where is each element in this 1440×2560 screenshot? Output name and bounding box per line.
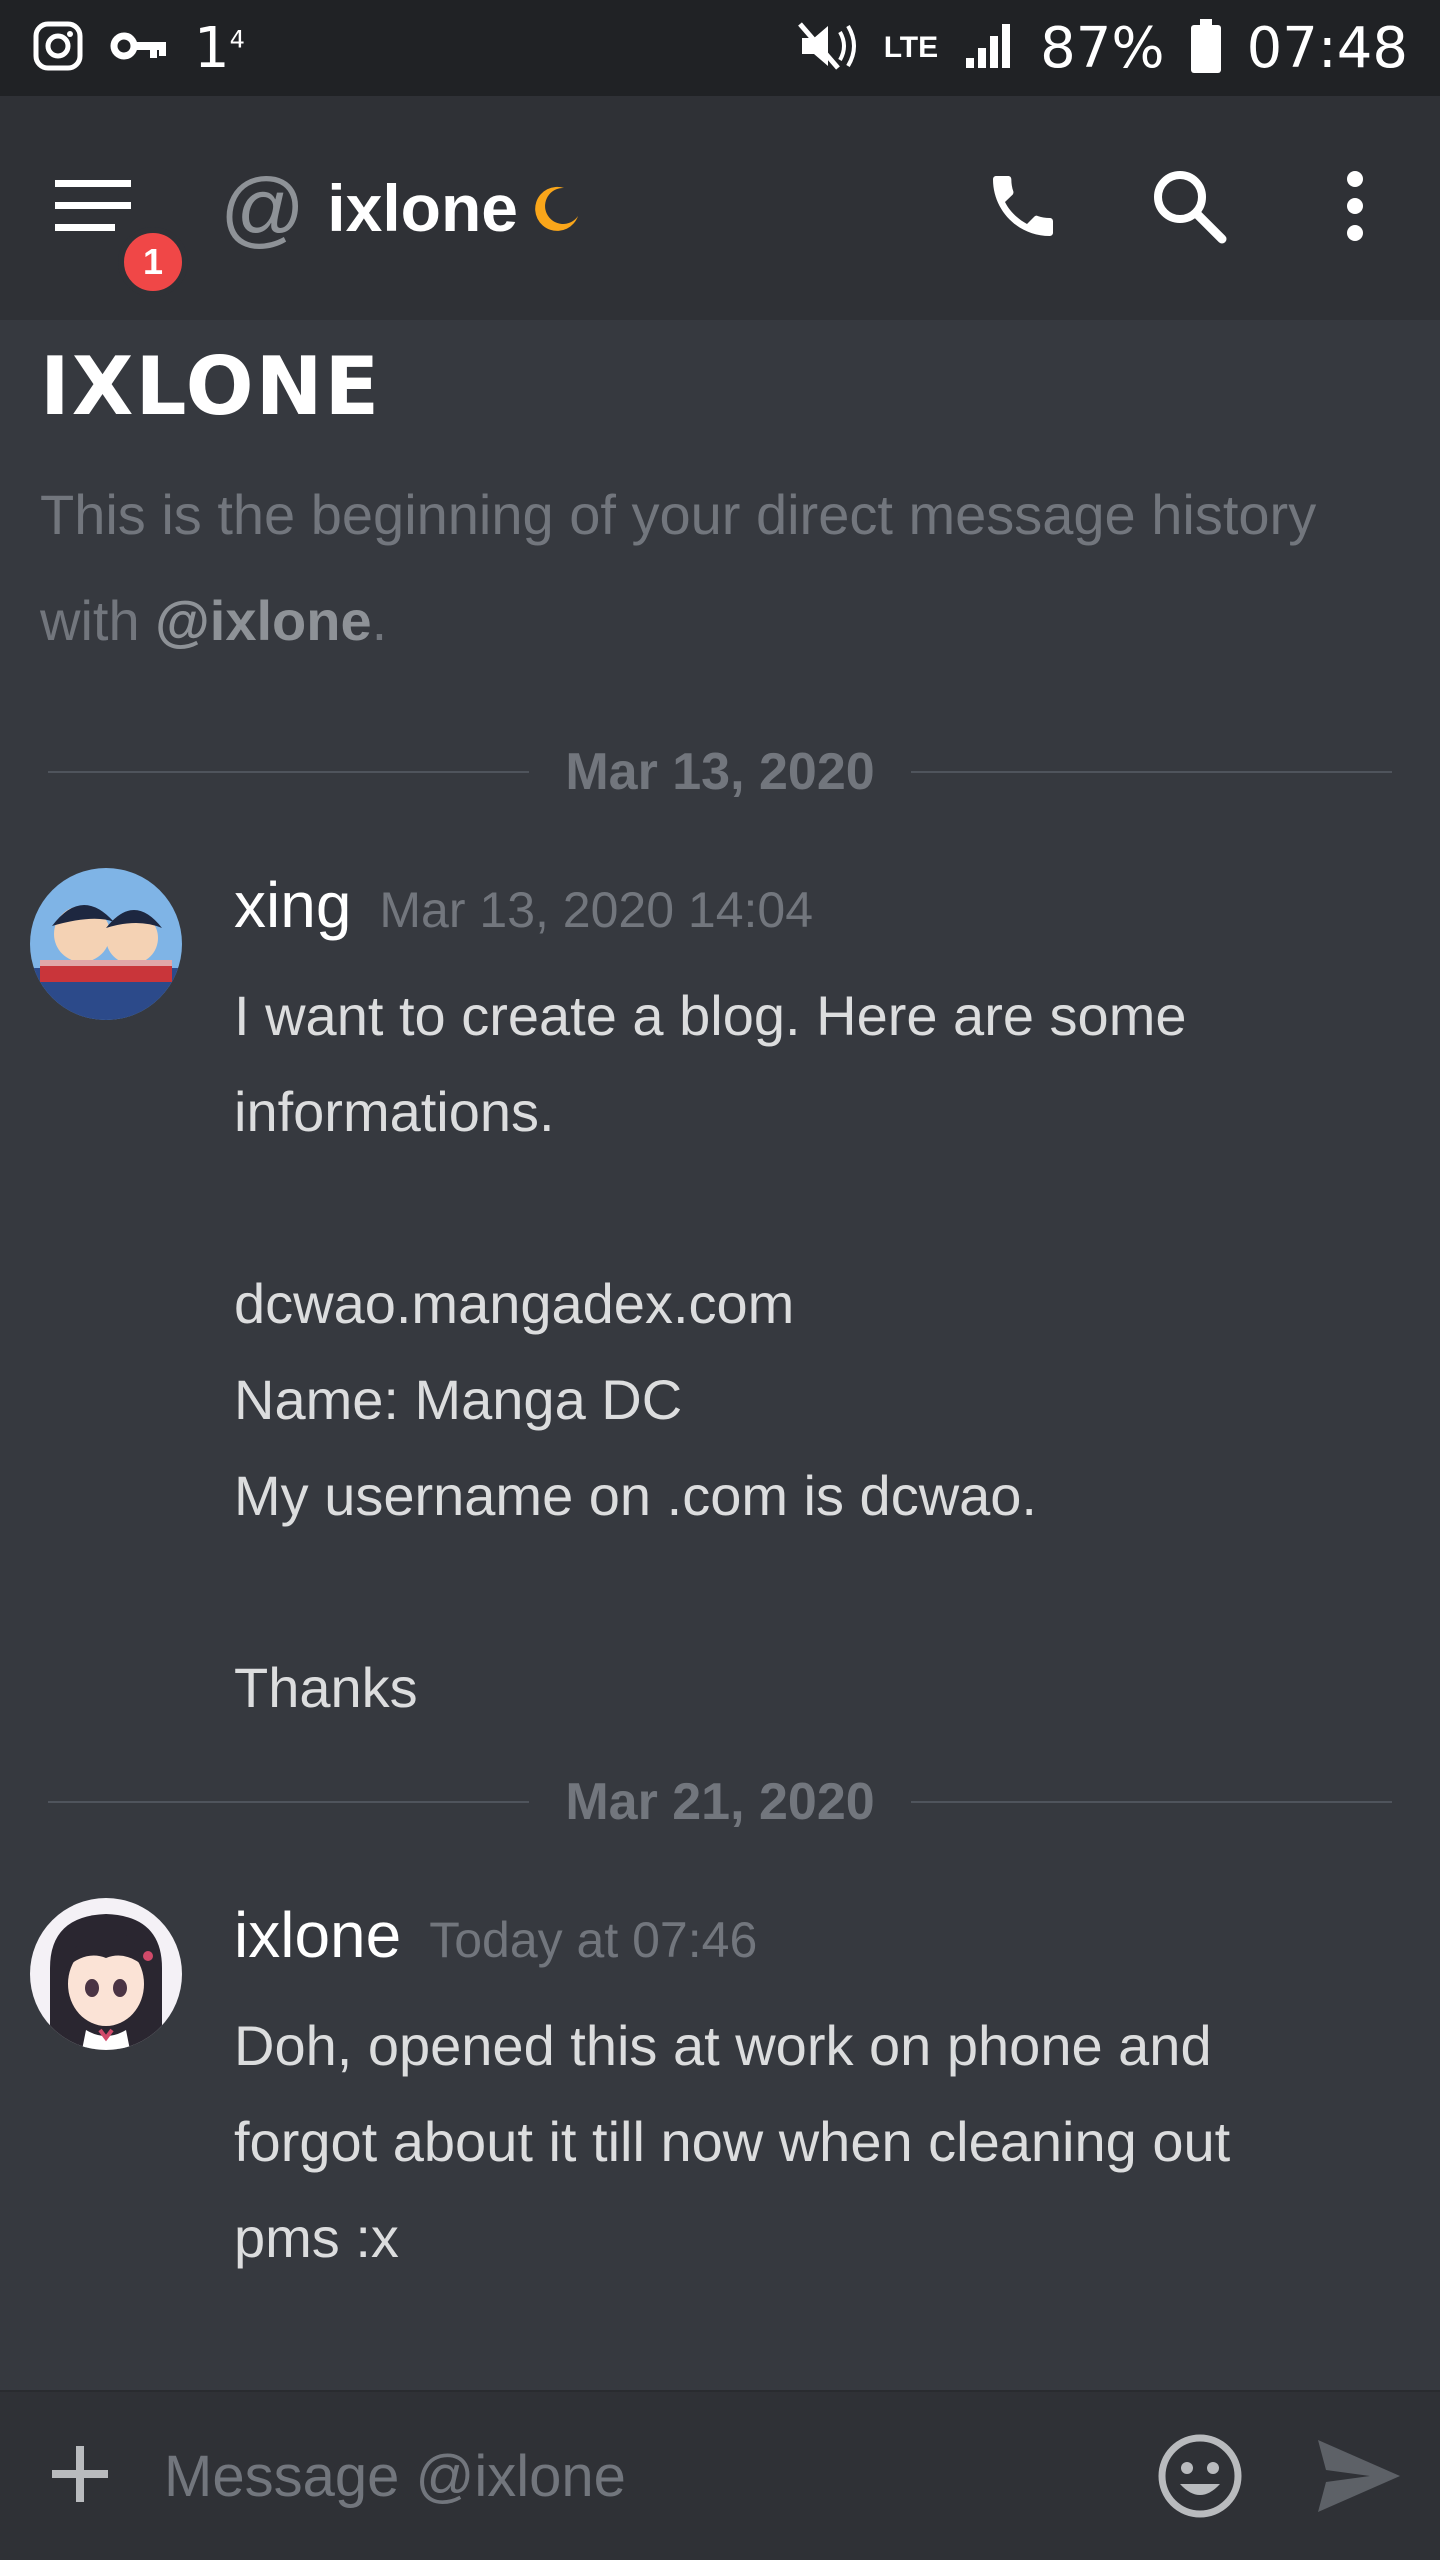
notification-count-text: 1 xyxy=(194,15,230,81)
message-composer xyxy=(0,2390,1440,2560)
plus-icon xyxy=(50,2444,110,2509)
at-icon: @ xyxy=(220,161,306,255)
message-username[interactable]: xing xyxy=(234,868,351,942)
notification-count-superscript: 4 xyxy=(229,24,245,53)
avatar-xing[interactable] xyxy=(30,868,182,1020)
avatar-ixlone[interactable] xyxy=(30,1898,182,2050)
send-icon xyxy=(1318,2440,1400,2512)
channel-title: ixlone xyxy=(327,171,518,245)
date-divider-label: Mar 21, 2020 xyxy=(565,1773,875,1831)
message-line: forgot about it till now when cleaning o… xyxy=(234,2110,1231,2173)
hamburger-menu-icon xyxy=(55,176,135,241)
dm-intro-suffix: . xyxy=(371,589,388,652)
phone-icon xyxy=(983,166,1063,251)
message-input[interactable] xyxy=(162,2425,1066,2527)
battery-percent: 87% xyxy=(1040,15,1165,81)
network-type: LTE xyxy=(883,31,939,64)
overflow-menu-button[interactable] xyxy=(1300,153,1410,263)
message-username[interactable]: ixlone xyxy=(234,1898,401,1972)
idle-moon-icon xyxy=(530,182,582,234)
emoji-button[interactable] xyxy=(1156,2432,1244,2525)
smiley-icon xyxy=(1158,2434,1242,2518)
status-bar: 14 LTE 87% 07:48 xyxy=(0,0,1440,96)
dm-intro-text: This is the beginning of your direct mes… xyxy=(40,462,1360,674)
message-timestamp: Mar 13, 2020 14:04 xyxy=(379,882,814,938)
unread-badge: 1 xyxy=(118,227,188,297)
message-line: informations. xyxy=(234,1080,555,1143)
mute-icon xyxy=(797,20,858,77)
search-icon xyxy=(1150,167,1228,250)
message-line: dcwao.mangadex.com xyxy=(234,1272,795,1335)
message-line xyxy=(234,1160,1414,1256)
send-button[interactable] xyxy=(1316,2436,1402,2521)
key-icon xyxy=(110,26,168,71)
call-button[interactable] xyxy=(968,153,1078,263)
search-button[interactable] xyxy=(1134,153,1244,263)
message-line: I want to create a blog. Here are some xyxy=(234,984,1187,1047)
clock: 07:48 xyxy=(1246,15,1408,81)
message-timestamp: Today at 07:46 xyxy=(429,1912,758,1968)
more-vertical-icon xyxy=(1345,170,1365,246)
dm-title: IXLONE xyxy=(40,340,382,433)
message-list[interactable]: IXLONE This is the beginning of your dir… xyxy=(0,320,1440,2380)
app-header: 1 @ ixlone xyxy=(0,96,1440,320)
message-line: Doh, opened this at work on phone and xyxy=(234,2014,1212,2077)
battery-icon xyxy=(1190,18,1221,78)
attach-button[interactable] xyxy=(40,2436,120,2516)
message-line: Name: Manga DC xyxy=(234,1368,683,1431)
instagram-icon xyxy=(32,20,84,77)
menu-button[interactable]: 1 xyxy=(40,153,188,297)
message-line: pms :x xyxy=(234,2206,399,2269)
message-line: Thanks xyxy=(234,1656,418,1719)
dm-intro-mention[interactable]: @ixlone xyxy=(155,589,371,652)
message-line: My username on .com is dcwao. xyxy=(234,1464,1037,1527)
date-divider: Mar 13, 2020 xyxy=(48,742,1392,802)
date-divider: Mar 21, 2020 xyxy=(48,1772,1392,1832)
notification-count: 14 xyxy=(194,16,245,81)
message-line xyxy=(234,1544,1414,1640)
date-divider-label: Mar 13, 2020 xyxy=(565,743,875,801)
signal-icon xyxy=(964,22,1014,75)
